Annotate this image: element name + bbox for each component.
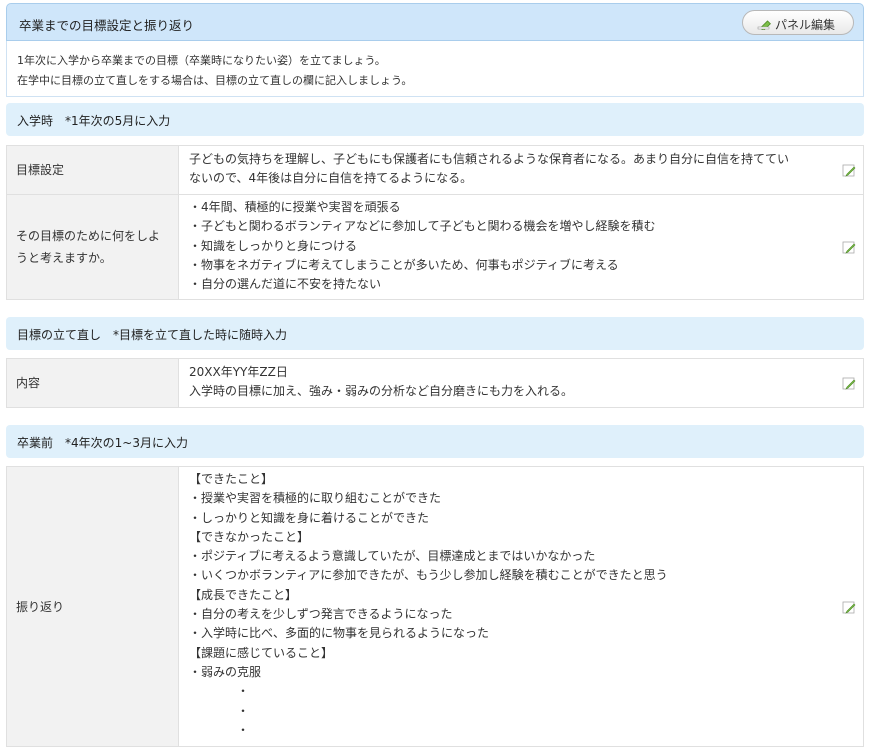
section-header-entry: 入学時 *1年次の5月に入力 — [6, 103, 864, 136]
value-line: ・弱みの克服 — [189, 664, 262, 679]
row-label-text: その目標のために何をしようと考えますか。 — [16, 229, 161, 265]
intro-line: 1年次に入学から卒業までの目標（卒業時になりたい姿）を立てましょう。 — [17, 54, 386, 67]
value-line: 20XX年YY年ZZ日 — [189, 365, 288, 379]
value-line: 【できたこと】 — [189, 472, 274, 486]
row-label-content: 内容 — [7, 359, 179, 407]
row-value-goal: 子どもの気持ちを理解し、子どもにも保護者にも信頼されるような保育者になる。あまり… — [189, 150, 837, 189]
row-value-content: 20XX年YY年ZZ日 入学時の目標に加え、強み・弱みの分析など自分磨きにも力を… — [189, 363, 837, 402]
value-line: ないので、4年後は自分に自信を持てるようになる。 — [189, 171, 473, 186]
row-label-text: 目標設定 — [16, 163, 65, 177]
row-label-reflection: 振り返り — [7, 467, 179, 746]
value-line: ・自分の選んだ道に不安を持たない — [189, 277, 382, 292]
section-header-graduation: 卒業前 *4年次の1~3月に入力 — [6, 425, 864, 458]
revision-table: 内容 20XX年YY年ZZ日 入学時の目標に加え、強み・弱みの分析など自分磨きに… — [6, 358, 864, 408]
section-title: 目標の立て直し *目標を立て直した時に随時入力 — [17, 328, 288, 342]
value-line: ・ — [189, 703, 250, 718]
panel-title: 卒業までの目標設定と振り返り — [19, 18, 195, 33]
row-value-plan: ・4年間、積極的に授業や実習を頑張る ・子どもと関わるボランティアなどに参加して… — [189, 198, 837, 294]
row-label-text: 振り返り — [16, 599, 65, 614]
edit-panel-label: パネル編集 — [775, 18, 836, 32]
panel-intro: 1年次に入学から卒業までの目標（卒業時になりたい姿）を立てましょう。 在学中に目… — [6, 41, 864, 97]
row-label-text: 内容 — [16, 376, 41, 390]
value-line: ・ — [189, 684, 250, 699]
value-line: ・ — [189, 722, 250, 737]
value-line: 【成長できたこと】 — [189, 587, 298, 602]
value-line: 【課題に感じていること】 — [189, 645, 334, 660]
value-line: ・入学時に比べ、多面的に物事を見られるようになった — [189, 626, 490, 641]
value-line: ・自分の考えを少しずつ発言できるようになった — [189, 607, 453, 622]
value-line: 【できなかったこと】 — [189, 529, 310, 544]
row-value-reflection: 【できたこと】 ・授業や実習を積極的に取り組むことができた ・しっかりと知識を身… — [189, 470, 837, 740]
value-line: ・しっかりと知識を身に着けることができた — [189, 510, 430, 525]
edit-icon[interactable] — [842, 600, 857, 615]
value-line: ・知識をしっかりと身につける — [189, 238, 358, 253]
pencil-icon — [757, 16, 771, 33]
goal-panel: 卒業までの目標設定と振り返り パネル編集 1年次に入学から卒業までの目標（卒業時… — [6, 3, 864, 97]
value-line: 入学時の目標に加え、強み・弱みの分析など自分磨きにも力を入れる。 — [189, 384, 574, 399]
edit-icon[interactable] — [842, 163, 857, 178]
row-label-goal: 目標設定 — [7, 146, 179, 194]
value-line: 子どもの気持ちを理解し、子どもにも保護者にも信頼されるような保育者になる。あまり… — [189, 152, 790, 166]
value-line: ・子どもと関わるボランティアなどに参加して子どもと関わる機会を増やし経験を積む — [189, 219, 656, 234]
section-title: 入学時 *1年次の5月に入力 — [17, 114, 171, 128]
value-line: ・物事をネガティブに考えてしまうことが多いため、何事もポジティブに考える — [189, 257, 619, 272]
value-line: ・いくつかボランティアに参加できたが、もう少し参加し経験を積むことができたと思う — [189, 568, 668, 583]
panel-header: 卒業までの目標設定と振り返り パネル編集 — [6, 3, 864, 41]
reflection-table: 振り返り 【できたこと】 ・授業や実習を積極的に取り組むことができた ・しっかり… — [6, 466, 864, 747]
value-line: ・4年間、積極的に授業や実習を頑張る — [189, 200, 401, 214]
section-header-revision: 目標の立て直し *目標を立て直した時に随時入力 — [6, 317, 864, 350]
section-title: 卒業前 *4年次の1~3月に入力 — [17, 436, 188, 450]
entry-goal-table: 目標設定 子どもの気持ちを理解し、子どもにも保護者にも信頼されるような保育者にな… — [6, 145, 864, 300]
value-line: ・ポジティブに考えるよう意識していたが、目標達成とまではいかなかった — [189, 549, 596, 564]
intro-line: 在学中に目標の立て直しをする場合は、目標の立て直しの欄に記入しましょう。 — [17, 74, 413, 87]
row-label-plan: その目標のために何をしようと考えますか。 — [7, 195, 179, 299]
edit-icon[interactable] — [842, 240, 857, 255]
edit-panel-button[interactable]: パネル編集 — [742, 10, 854, 35]
value-line: ・授業や実習を積極的に取り組むことができた — [189, 491, 442, 506]
edit-icon[interactable] — [842, 376, 857, 391]
